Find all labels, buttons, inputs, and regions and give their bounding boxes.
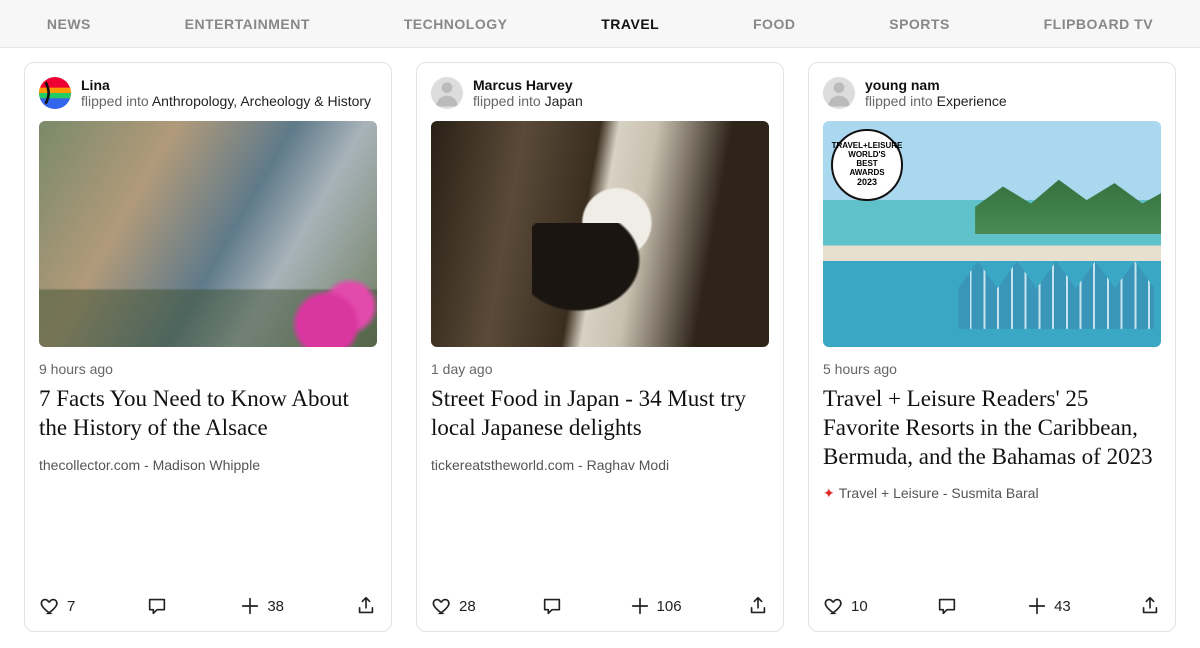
comment-button[interactable] (541, 595, 563, 617)
flip-count: 38 (267, 598, 284, 615)
article-source[interactable]: tickereatstheworld.com - Raghav Modi (431, 457, 769, 473)
comment-button[interactable] (146, 595, 168, 617)
like-count: 7 (67, 598, 75, 615)
nav-item-sports[interactable]: SPORTS (889, 16, 950, 32)
like-count: 28 (459, 598, 476, 615)
card-header: young namflipped into Experience (823, 77, 1161, 109)
card-header: Marcus Harveyflipped into Japan (431, 77, 769, 109)
share-button[interactable] (747, 595, 769, 617)
curator-avatar[interactable] (431, 77, 463, 109)
article-thumbnail[interactable] (431, 121, 769, 347)
timestamp: 9 hours ago (39, 361, 377, 377)
comment-icon (146, 595, 168, 617)
article-thumbnail[interactable] (39, 121, 377, 347)
share-icon (747, 595, 769, 617)
flip-count: 106 (657, 598, 682, 615)
article-card[interactable]: Linaflipped into Anthropology, Archeolog… (24, 62, 392, 632)
flip-count: 43 (1054, 598, 1071, 615)
plus-icon (239, 595, 261, 617)
article-card[interactable]: Marcus Harveyflipped into Japan 1 day ago… (416, 62, 784, 632)
article-title[interactable]: Travel + Leisure Readers' 25 Favorite Re… (823, 385, 1161, 471)
comment-icon (541, 595, 563, 617)
article-card[interactable]: young namflipped into Experience TRAVEL+L… (808, 62, 1176, 632)
flipped-into[interactable]: flipped into Anthropology, Archeology & … (81, 93, 371, 109)
comment-button[interactable] (936, 595, 958, 617)
article-title[interactable]: Street Food in Japan - 34 Must try local… (431, 385, 769, 443)
action-bar: 28 106 (431, 583, 769, 617)
curator-name[interactable]: young nam (865, 77, 1007, 93)
heart-icon (39, 595, 61, 617)
curator-name[interactable]: Marcus Harvey (473, 77, 583, 93)
bolt-icon: ✦ (823, 485, 835, 501)
article-source[interactable]: thecollector.com - Madison Whipple (39, 457, 377, 473)
card-grid: Linaflipped into Anthropology, Archeolog… (0, 48, 1200, 632)
like-button[interactable]: 10 (823, 595, 868, 617)
heart-icon (431, 595, 453, 617)
article-title[interactable]: 7 Facts You Need to Know About the Histo… (39, 385, 377, 443)
timestamp: 5 hours ago (823, 361, 1161, 377)
like-button[interactable]: 7 (39, 595, 75, 617)
nav-item-flipboard-tv[interactable]: FLIPBOARD TV (1044, 16, 1153, 32)
flipped-into[interactable]: flipped into Experience (865, 93, 1007, 109)
heart-icon (823, 595, 845, 617)
flip-button[interactable]: 43 (1026, 595, 1071, 617)
article-source[interactable]: ✦Travel + Leisure - Susmita Baral (823, 485, 1161, 502)
nav-item-food[interactable]: FOOD (753, 16, 795, 32)
flip-button[interactable]: 38 (239, 595, 284, 617)
share-button[interactable] (1139, 595, 1161, 617)
plus-icon (1026, 595, 1048, 617)
flipped-into[interactable]: flipped into Japan (473, 93, 583, 109)
like-button[interactable]: 28 (431, 595, 476, 617)
share-button[interactable] (355, 595, 377, 617)
article-thumbnail[interactable]: TRAVEL+LEISUREWORLD'SBESTAWARDS2023 (823, 121, 1161, 347)
card-header: Linaflipped into Anthropology, Archeolog… (39, 77, 377, 109)
action-bar: 10 43 (823, 583, 1161, 617)
nav-item-entertainment[interactable]: ENTERTAINMENT (185, 16, 310, 32)
like-count: 10 (851, 598, 868, 615)
curator-avatar[interactable] (823, 77, 855, 109)
top-nav: NEWS ENTERTAINMENT TECHNOLOGY TRAVEL FOOD SPO… (0, 0, 1200, 48)
curator-avatar[interactable] (39, 77, 71, 109)
plus-icon (629, 595, 651, 617)
share-icon (355, 595, 377, 617)
nav-item-technology[interactable]: TECHNOLOGY (404, 16, 508, 32)
nav-item-news[interactable]: NEWS (47, 16, 91, 32)
action-bar: 7 38 (39, 583, 377, 617)
award-badge: TRAVEL+LEISUREWORLD'SBESTAWARDS2023 (831, 129, 903, 201)
comment-icon (936, 595, 958, 617)
nav-item-travel[interactable]: TRAVEL (601, 16, 659, 32)
curator-name[interactable]: Lina (81, 77, 371, 93)
flip-button[interactable]: 106 (629, 595, 682, 617)
share-icon (1139, 595, 1161, 617)
timestamp: 1 day ago (431, 361, 769, 377)
